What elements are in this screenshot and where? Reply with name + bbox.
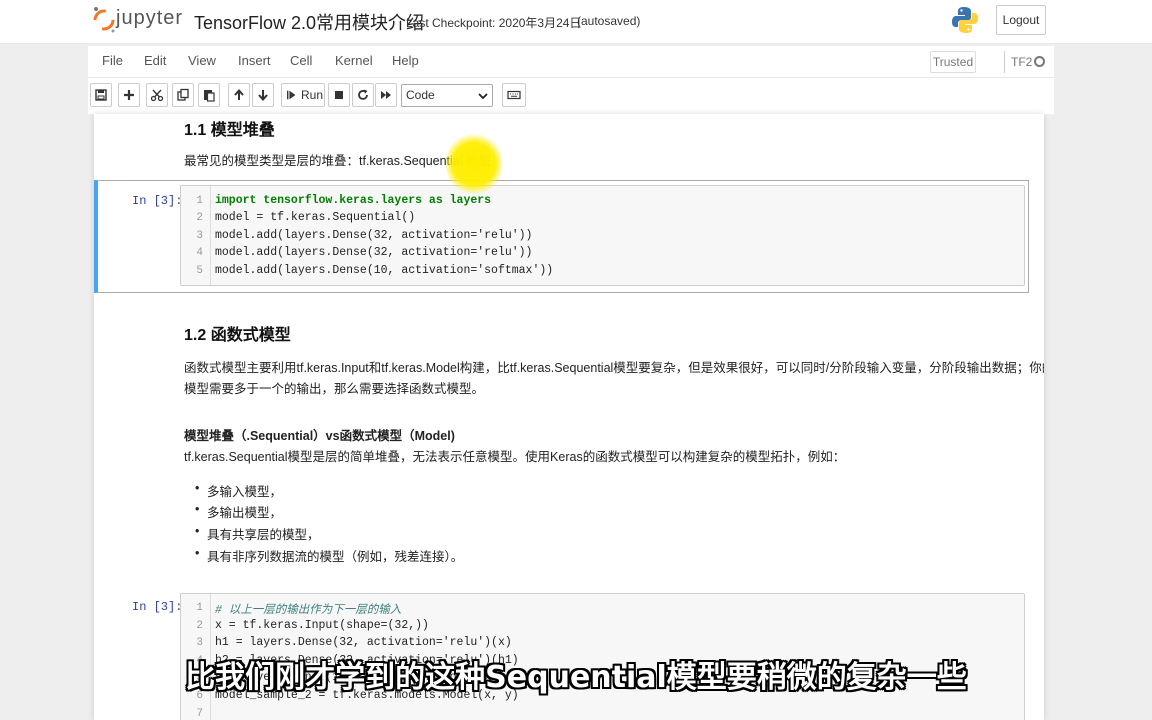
plus-icon xyxy=(124,90,134,100)
move-up-button[interactable] xyxy=(228,83,250,107)
list-item: 具有非序列数据流的模型（例如，残差连接）。 xyxy=(195,546,463,565)
code-line: model = tf.keras.Sequential() xyxy=(215,211,416,224)
paste-button[interactable] xyxy=(198,83,220,107)
comparison-text: tf.keras.Sequential模型是层的简单堆叠，无法表示任意模型。使用… xyxy=(184,450,846,464)
code-line: model.add(layers.Dense(32, activation='r… xyxy=(215,229,533,242)
cell-type-value: Code xyxy=(406,88,435,102)
autosave-status: (autosaved) xyxy=(577,14,641,28)
line-number: 2 xyxy=(196,620,203,632)
arrow-up-icon xyxy=(234,88,244,100)
paragraph-line: 模型需要多于一个的输出，那么需要选择函数式模型。 xyxy=(184,382,485,396)
move-down-button[interactable] xyxy=(252,83,274,107)
stop-icon xyxy=(335,91,343,99)
jupyter-logo-text[interactable]: jupyter xyxy=(116,7,183,30)
toolbar: Run Code xyxy=(88,78,1054,114)
kernel-name[interactable]: TF2 xyxy=(1004,51,1032,73)
code-line: h1 = layers.Dense(32, activation='relu')… xyxy=(215,636,512,649)
python-logo-icon xyxy=(952,7,978,33)
line-number: 3 xyxy=(196,230,203,242)
run-button[interactable]: Run xyxy=(281,83,325,107)
logout-button[interactable]: Logout xyxy=(996,5,1046,35)
section-heading: 1.2 函数式模型 xyxy=(184,327,291,344)
code-line: import tensorflow.keras.layers as layers xyxy=(215,194,492,207)
cell-type-select[interactable]: Code xyxy=(401,84,493,107)
scissors-icon xyxy=(150,89,164,102)
line-number: 7 xyxy=(196,708,203,720)
notebook-container: 1.1 模型堆叠 最常见的模型类型是层的堆叠：tf.keras.Sequenti… xyxy=(94,114,1044,720)
step-forward-icon xyxy=(287,90,296,100)
code-line: x = tf.keras.Input(shape=(32,)) xyxy=(215,619,429,632)
fast-forward-icon xyxy=(381,91,391,99)
code-cell-editor[interactable]: 1 2 3 4 5 import tensorflow.keras.layers… xyxy=(180,185,1025,286)
menu-view[interactable]: View xyxy=(188,53,216,68)
save-icon xyxy=(95,89,107,101)
restart-run-all-button[interactable] xyxy=(375,83,397,107)
line-number: 4 xyxy=(196,247,203,259)
header-bar: jupyter TensorFlow 2.0常用模块介绍 Last Checkp… xyxy=(0,0,1152,44)
code-line: model.add(layers.Dense(32, activation='r… xyxy=(215,246,533,259)
menu-insert[interactable]: Insert xyxy=(238,53,271,68)
menu-help[interactable]: Help xyxy=(392,53,419,68)
line-number: 5 xyxy=(196,265,203,277)
code-comment: # 以上一层的输出作为下一层的输入 xyxy=(215,604,402,617)
copy-icon xyxy=(177,88,189,101)
kernel-idle-icon xyxy=(1034,56,1045,67)
code-line: model.add(layers.Dense(10, activation='s… xyxy=(215,264,554,277)
keyboard-icon xyxy=(507,90,521,100)
paragraph-line: 函数式模型主要利用tf.keras.Input和tf.keras.Model构建… xyxy=(184,361,1044,375)
line-number: 1 xyxy=(196,195,203,207)
command-palette-button[interactable] xyxy=(502,83,526,107)
notebook-title[interactable]: TensorFlow 2.0常用模块介绍 xyxy=(194,9,424,35)
chevron-down-icon xyxy=(478,93,488,100)
cell-prompt: In [3]: xyxy=(132,194,183,208)
line-number: 2 xyxy=(196,212,203,224)
cut-button[interactable] xyxy=(146,83,168,107)
cell-prompt: In [3]: xyxy=(132,600,183,614)
run-button-label: Run xyxy=(301,88,324,102)
comparison-title: 模型堆叠（.Sequential）vs函数式模型（Model) xyxy=(184,429,455,443)
section-text: 最常见的模型类型是层的堆叠：tf.keras.Sequential 模型 xyxy=(184,154,492,168)
insert-cell-button[interactable] xyxy=(118,83,140,107)
last-checkpoint: Last Checkpoint: 2020年3月24日 xyxy=(406,16,582,30)
save-button[interactable] xyxy=(90,83,112,107)
section-heading: 1.1 模型堆叠 xyxy=(184,122,275,139)
copy-button[interactable] xyxy=(172,83,194,107)
menu-kernel[interactable]: Kernel xyxy=(335,53,373,68)
line-number: 1 xyxy=(196,602,203,614)
line-number: 3 xyxy=(196,637,203,649)
list-item: 多输出模型， xyxy=(195,502,282,521)
arrow-down-icon xyxy=(258,90,268,102)
refresh-icon xyxy=(358,89,368,100)
paste-icon xyxy=(204,90,215,102)
list-item: 多输入模型， xyxy=(195,481,282,500)
menu-file[interactable]: File xyxy=(102,53,123,68)
menubar: File Edit View Insert Cell Kernel Help T… xyxy=(88,46,1054,78)
menu-cell[interactable]: Cell xyxy=(290,53,312,68)
interrupt-kernel-button[interactable] xyxy=(328,83,350,107)
video-subtitle: 比我们刚才学到的这种Sequential模型要稍微的复杂一些 xyxy=(185,660,967,695)
menu-edit[interactable]: Edit xyxy=(144,53,166,68)
list-item: 具有共享层的模型， xyxy=(195,524,319,543)
trusted-indicator[interactable]: Trusted xyxy=(930,51,976,73)
restart-kernel-button[interactable] xyxy=(352,83,374,107)
